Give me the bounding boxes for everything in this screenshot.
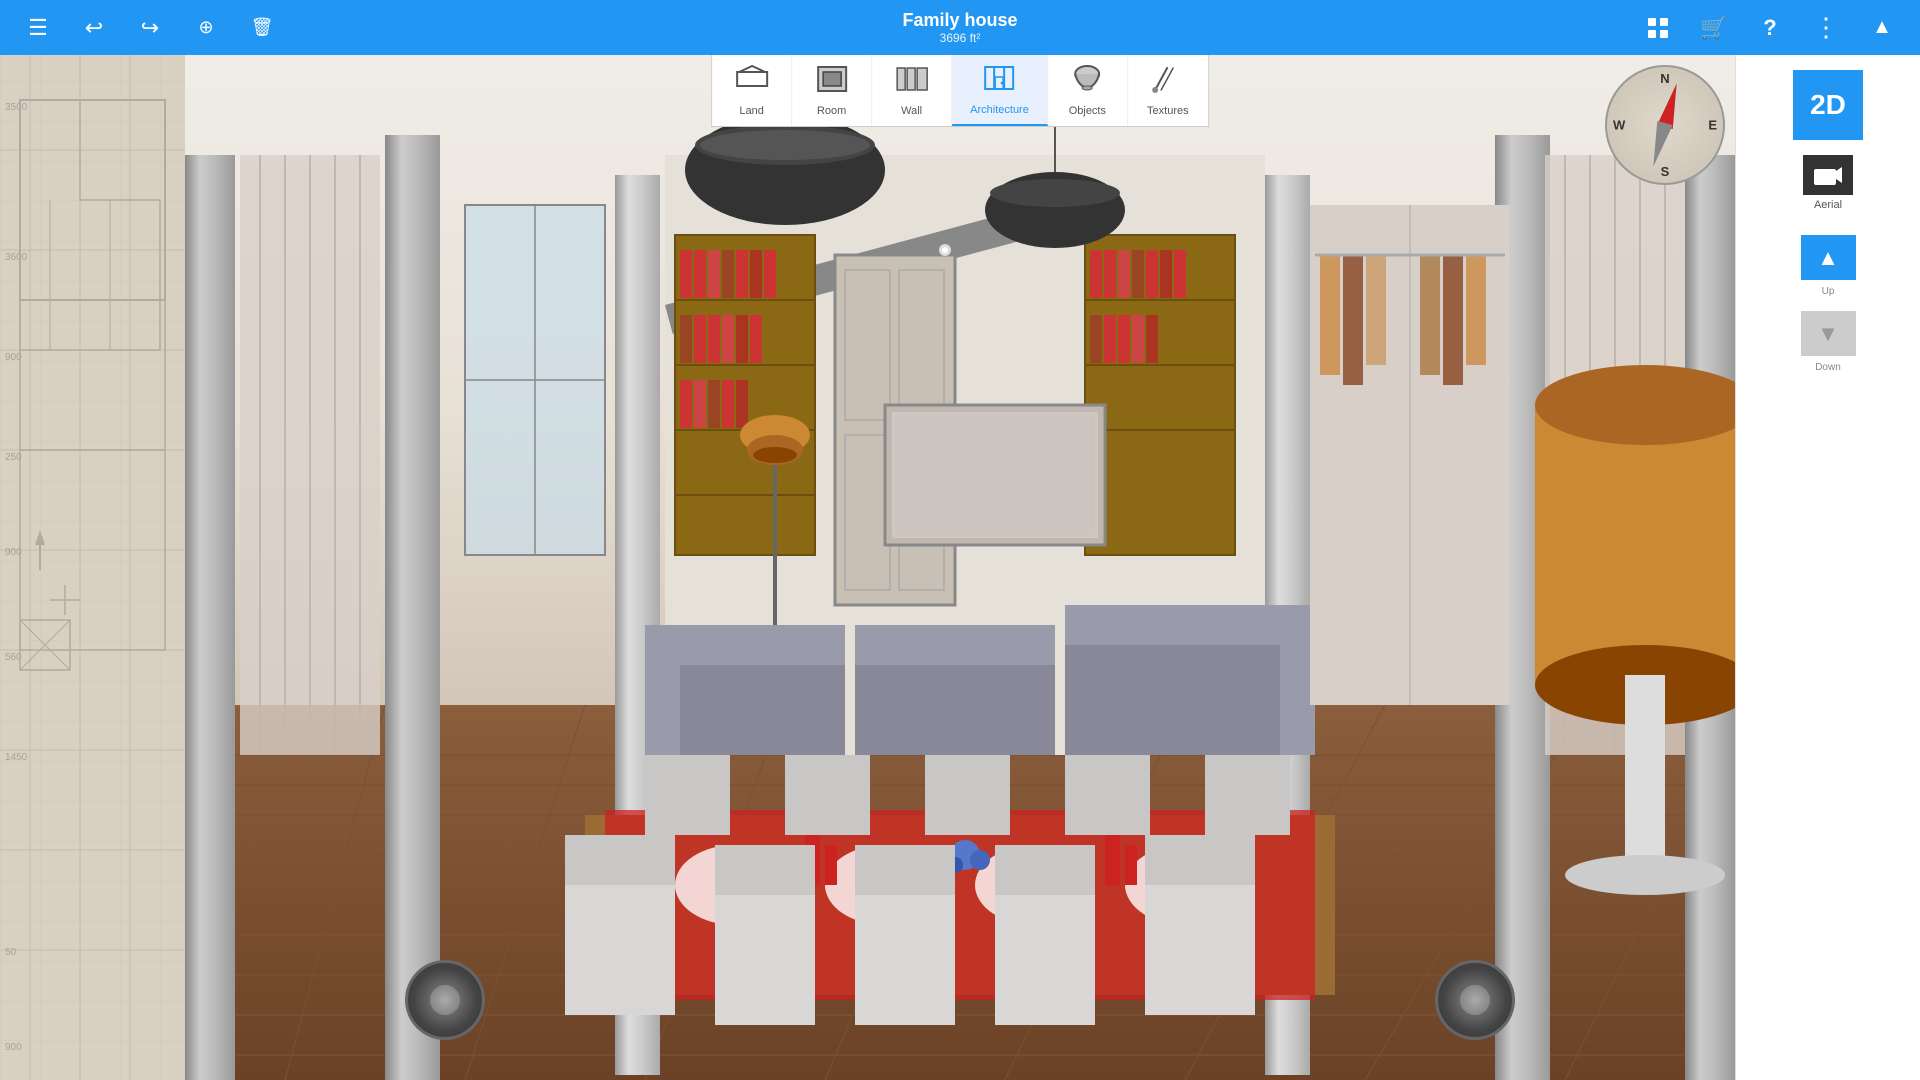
- compass-south: S: [1661, 164, 1670, 179]
- wall-icon: [895, 64, 929, 101]
- grid-icon[interactable]: [1640, 10, 1676, 46]
- svg-text:3600: 3600: [5, 252, 28, 263]
- compass-west: W: [1613, 118, 1625, 133]
- aerial-label: Aerial: [1814, 199, 1842, 211]
- compass-east: E: [1708, 118, 1717, 133]
- land-label: Land: [739, 105, 763, 117]
- wall-label: Wall: [901, 105, 922, 117]
- btn-2d[interactable]: 2D: [1793, 70, 1863, 140]
- btn-up[interactable]: ▲: [1801, 235, 1856, 280]
- architecture-icon: [982, 63, 1016, 100]
- textures-icon: [1151, 64, 1185, 101]
- cart-icon[interactable]: 🛒: [1696, 10, 1732, 46]
- header: ☰ ↩ ↪ ⊕ 🗑 Family house 3696 ft² 🛒 ? ⋮ ▲: [0, 0, 1920, 55]
- svg-text:900: 900: [5, 1042, 22, 1053]
- joystick-left[interactable]: [405, 960, 485, 1040]
- svg-text:900: 900: [5, 547, 22, 558]
- toolbar-item-room[interactable]: Room: [792, 55, 872, 126]
- architecture-label: Architecture: [970, 104, 1029, 116]
- header-right: 🛒 ? ⋮ ▲: [1640, 10, 1900, 46]
- down-label: Down: [1815, 362, 1841, 373]
- room-scene: [185, 55, 1735, 1080]
- svg-text:250: 250: [5, 452, 22, 463]
- compass-rose: N S E W: [1605, 65, 1725, 185]
- header-left: ☰ ↩ ↪ ⊕ 🗑: [20, 10, 280, 46]
- svg-text:3500: 3500: [5, 102, 28, 113]
- toolbar-item-architecture[interactable]: Architecture: [952, 55, 1048, 126]
- help-icon[interactable]: ?: [1752, 10, 1788, 46]
- undo-icon[interactable]: ↩: [76, 10, 112, 46]
- toolbar-item-objects[interactable]: Objects: [1048, 55, 1128, 126]
- objects-icon: [1070, 64, 1104, 101]
- header-center: Family house 3696 ft²: [902, 10, 1017, 45]
- toolbar-item-wall[interactable]: Wall: [872, 55, 952, 126]
- btn-down[interactable]: ▼: [1801, 311, 1856, 356]
- compass: N S E W: [1605, 65, 1735, 195]
- magnet-icon[interactable]: ⊕: [188, 10, 224, 46]
- up-label: Up: [1822, 286, 1835, 297]
- room-icon: [815, 64, 849, 101]
- toolbar: Land Room Wall: [711, 55, 1209, 127]
- toolbar-item-textures[interactable]: Textures: [1128, 55, 1208, 126]
- menu-icon[interactable]: ☰: [20, 10, 56, 46]
- room-label: Room: [817, 105, 846, 117]
- svg-text:900: 900: [5, 352, 22, 363]
- svg-text:1450: 1450: [5, 752, 28, 763]
- right-panel: 2D Aerial ▲ Up ▼ Down: [1735, 55, 1920, 1080]
- app-subtitle: 3696 ft²: [902, 31, 1017, 45]
- redo-icon[interactable]: ↪: [132, 10, 168, 46]
- aerial-camera-icon: [1803, 155, 1853, 195]
- svg-text:50: 50: [5, 947, 17, 958]
- compass-needle-white: [1646, 121, 1673, 169]
- objects-label: Objects: [1069, 105, 1106, 117]
- btn-aerial[interactable]: Aerial: [1803, 155, 1853, 211]
- trash-icon[interactable]: 🗑: [244, 10, 280, 46]
- main-view: [185, 55, 1735, 1080]
- land-icon: [735, 64, 769, 101]
- more-icon[interactable]: ⋮: [1808, 10, 1844, 46]
- toolbar-item-land[interactable]: Land: [712, 55, 792, 126]
- textures-label: Textures: [1147, 105, 1189, 117]
- upload-icon[interactable]: ▲: [1864, 10, 1900, 46]
- joystick-right[interactable]: [1435, 960, 1515, 1040]
- app-title: Family house: [902, 10, 1017, 31]
